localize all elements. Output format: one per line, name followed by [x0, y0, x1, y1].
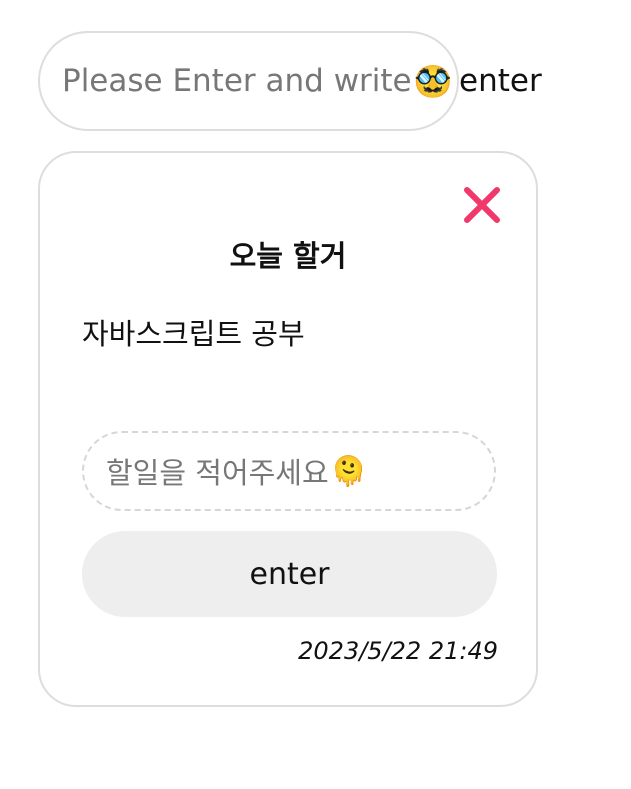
todo-card: 오늘 할거 자바스크립트 공부 할일을 적어주세요 🫠 enter 2023/5/…	[38, 151, 538, 707]
main-input-placeholder: Please Enter and write	[62, 63, 412, 99]
melting-face-emoji-icon: 🫠	[330, 453, 367, 488]
card-title: 오늘 할거	[229, 239, 347, 273]
close-icon[interactable]	[462, 185, 502, 225]
card-enter-button[interactable]: enter	[82, 531, 497, 617]
todo-text-input[interactable]: 할일을 적어주세요 🫠	[82, 431, 496, 511]
todo-list: 자바스크립트 공부	[82, 311, 305, 353]
disguised-face-emoji-icon: 🥸	[413, 63, 453, 100]
top-enter-button[interactable]: enter	[459, 63, 542, 99]
main-text-input[interactable]: Please Enter and write 🥸	[38, 31, 459, 131]
todo-input-placeholder: 할일을 적어주세요	[106, 456, 329, 490]
todo-item[interactable]: 자바스크립트 공부	[82, 311, 305, 353]
top-input-row: Please Enter and write 🥸 enter	[38, 31, 542, 131]
timestamp: 2023/5/22 21:49	[298, 637, 498, 665]
